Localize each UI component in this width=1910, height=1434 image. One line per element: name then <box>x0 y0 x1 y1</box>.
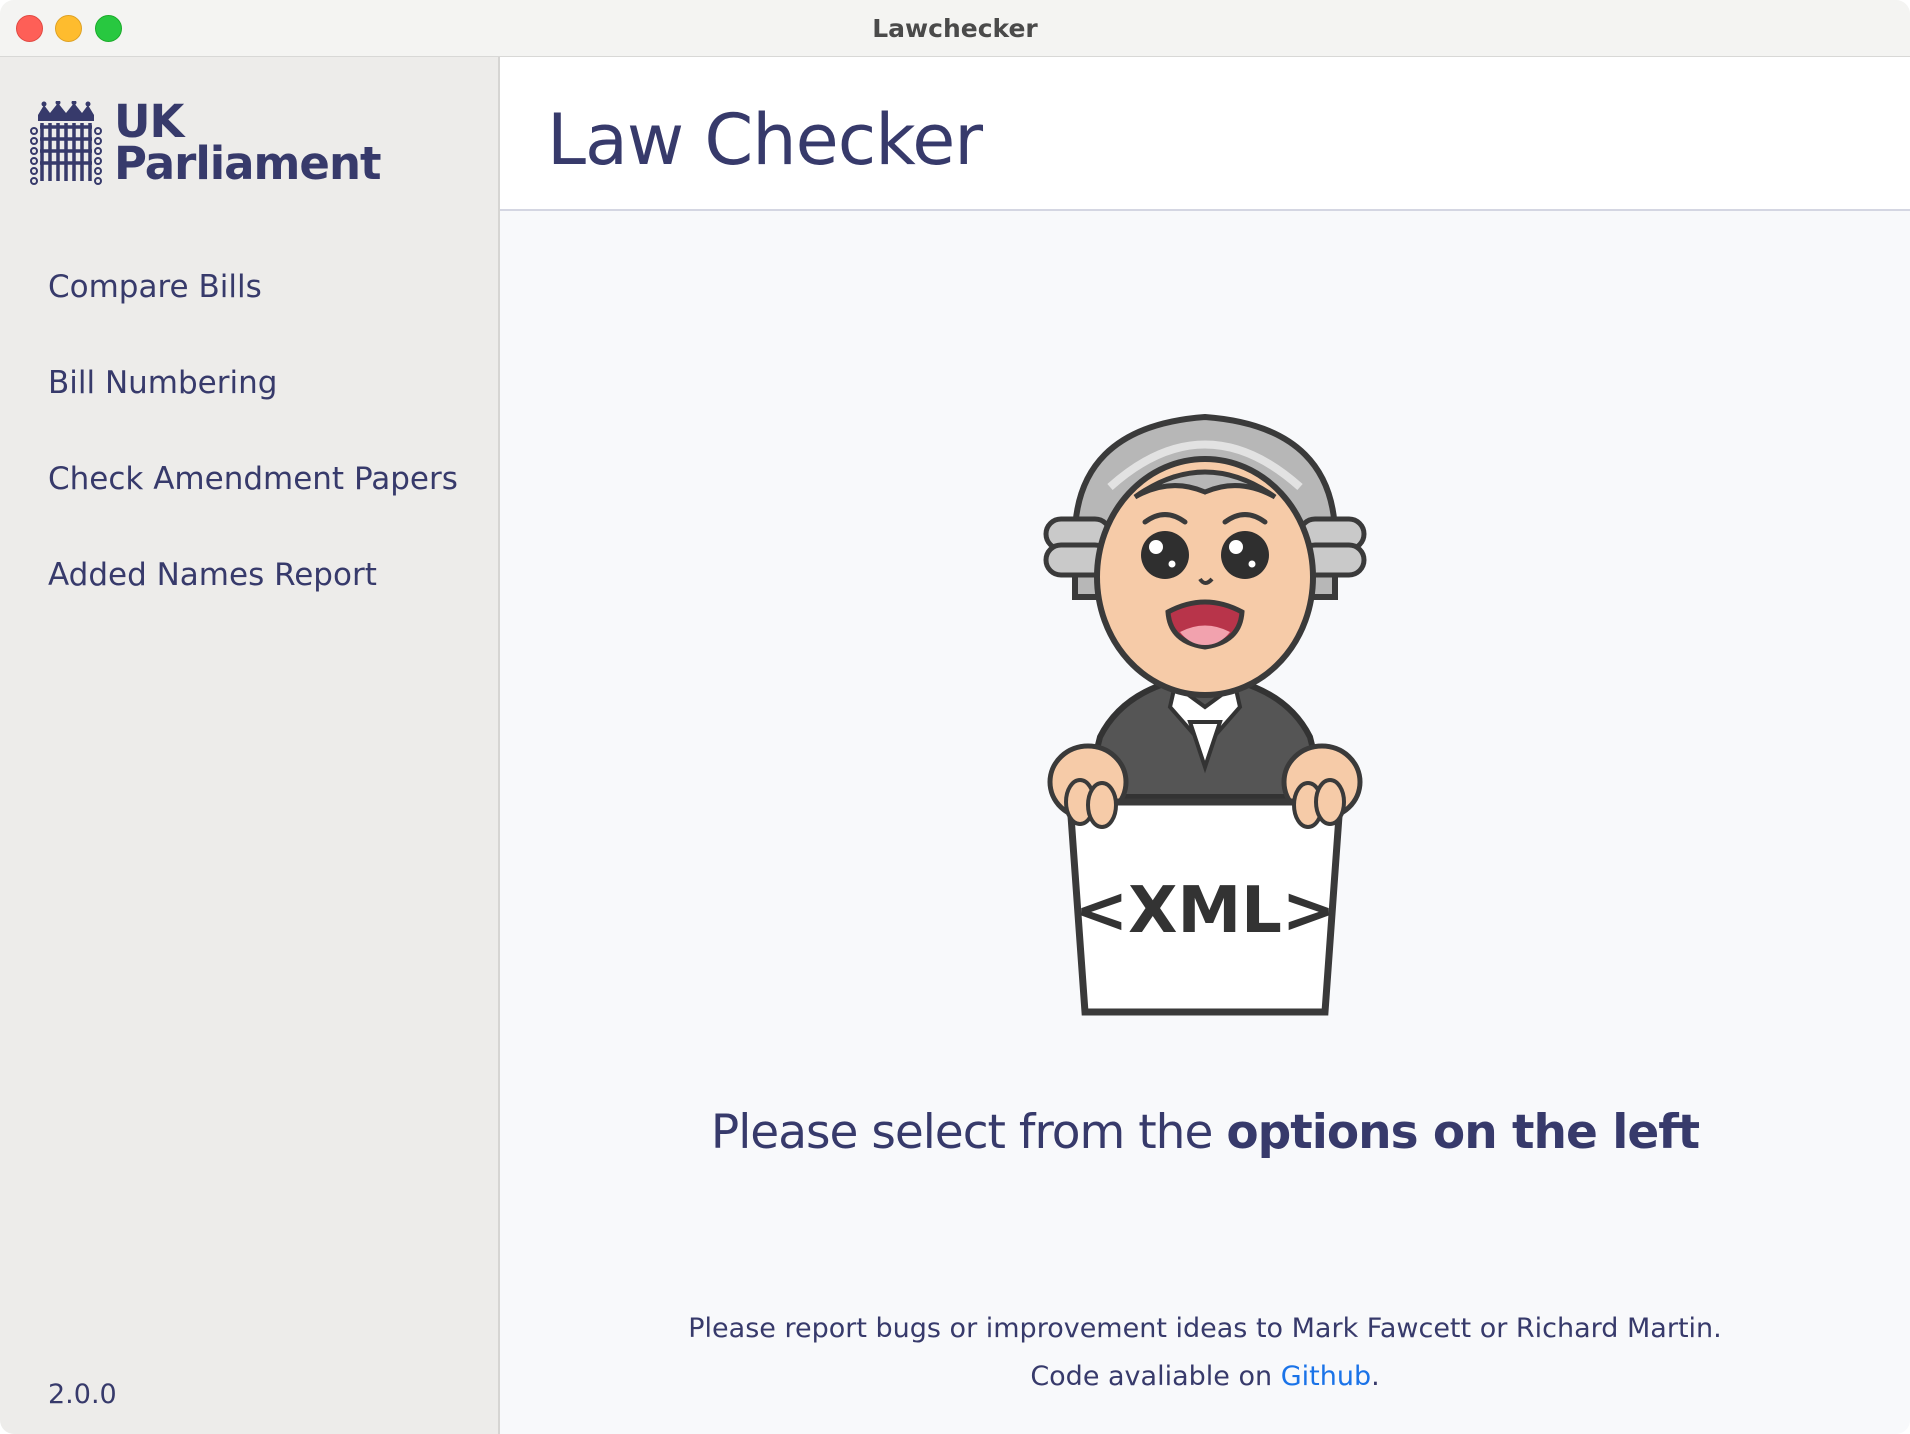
code-availability-note: Code avaliable on Github. <box>500 1353 1910 1401</box>
select-option-prompt: Please select from the options on the le… <box>500 1105 1910 1160</box>
judge-mascot-illustration: <XML> <box>1043 413 1367 1016</box>
uk-parliament-logo: UK Parliament <box>30 99 382 190</box>
page-title: Law Checker <box>547 99 983 181</box>
sign-text: <XML> <box>1074 874 1335 948</box>
code-note-prefix: Code avaliable on <box>1030 1361 1273 1392</box>
prompt-regular-text: Please select from the <box>710 1105 1213 1160</box>
page-header: Law Checker <box>500 57 1910 211</box>
close-window-button[interactable] <box>16 15 43 42</box>
sidebar-item-compare-bills[interactable]: Compare Bills <box>48 257 458 353</box>
main-content: Law Checker <XML> Please select from the… <box>500 57 1910 1434</box>
minimize-window-button[interactable] <box>55 15 82 42</box>
github-link[interactable]: Github <box>1281 1361 1371 1392</box>
window-title: Lawchecker <box>872 13 1038 43</box>
logo-wordmark: UK Parliament <box>114 99 382 190</box>
sidebar: UK Parliament Compare Bills Bill Numberi… <box>0 57 500 1434</box>
app-version: 2.0.0 <box>48 1379 117 1410</box>
sidebar-item-added-names-report[interactable]: Added Names Report <box>48 545 458 641</box>
prompt-bold-text: options on the left <box>1226 1105 1700 1160</box>
sidebar-nav: Compare Bills Bill Numbering Check Amend… <box>48 257 458 641</box>
app-window: Lawchecker UK Parliament Compare Bills B… <box>0 0 1910 1434</box>
logo-line-parliament: Parliament <box>114 137 382 190</box>
bug-report-note: Please report bugs or improvement ideas … <box>688 1313 1722 1344</box>
footer: Please report bugs or improvement ideas … <box>500 1305 1910 1401</box>
sidebar-item-check-amendment-papers[interactable]: Check Amendment Papers <box>48 449 458 545</box>
portcullis-logo-icon <box>30 101 102 185</box>
title-bar: Lawchecker <box>0 0 1910 57</box>
maximize-window-button[interactable] <box>95 15 122 42</box>
sidebar-item-bill-numbering[interactable]: Bill Numbering <box>48 353 458 449</box>
code-note-suffix: . <box>1371 1361 1380 1392</box>
